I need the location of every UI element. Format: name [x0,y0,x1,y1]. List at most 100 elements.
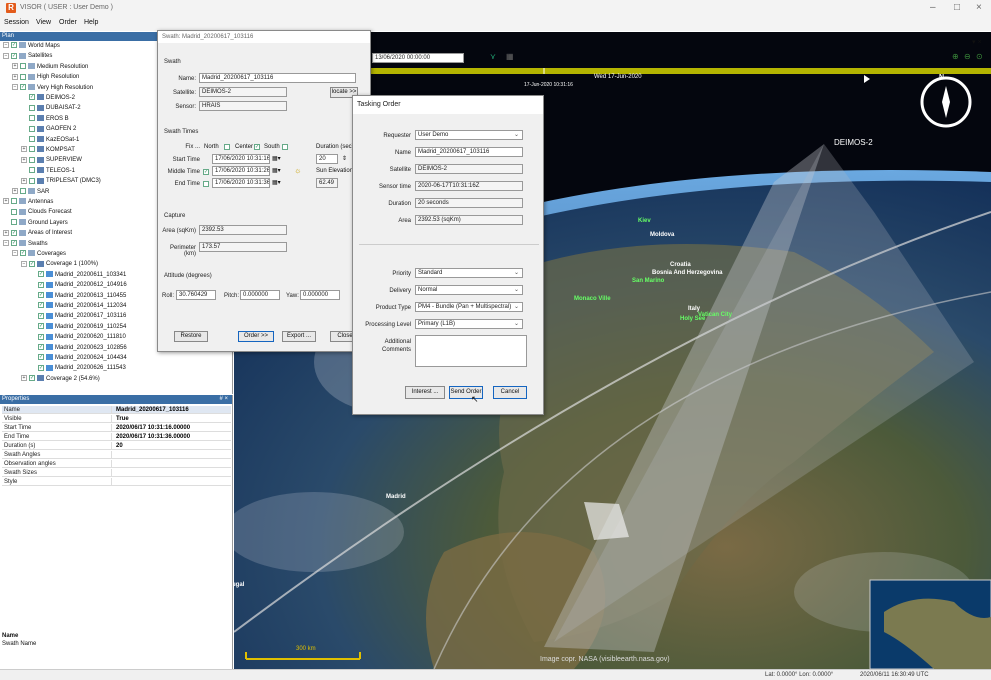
layer-tree-item[interactable]: ✓ Madrid_20200620_111810 [30,333,126,341]
layer-visibility-checkbox[interactable]: ✓ [38,364,44,371]
pitch-field[interactable]: 0.000000 [240,290,280,300]
layer-visibility-checkbox[interactable]: ✓ [38,354,44,361]
layer-tree-item[interactable]: + Antennas [3,198,53,206]
calendar-dropdown-icon[interactable]: ▦▾ [272,179,281,186]
property-row[interactable]: Swath Sizes [2,469,231,477]
menu-view[interactable]: View [36,19,51,26]
layer-tree-item[interactable]: ✓ Madrid_20200619_110254 [30,323,126,331]
layer-tree-item[interactable]: − ✓ Satellites [3,52,52,60]
layer-visibility-checkbox[interactable]: ✓ [38,333,44,340]
zoom-in-icon[interactable]: ⊕ [952,52,959,61]
yaw-field[interactable]: 0.000000 [300,290,340,300]
maximize-button[interactable]: □ [954,2,960,13]
layer-visibility-checkbox[interactable] [29,156,35,163]
layer-tree-item[interactable]: − ✓ Swaths [3,240,48,248]
property-row[interactable]: Observation angles [2,460,231,468]
property-row[interactable]: Style [2,478,231,486]
comments-textarea[interactable] [415,335,527,367]
property-row[interactable]: End Time 2020/06/17 10:31:36.00000 [2,433,231,441]
roll-field[interactable]: 30.760429 [176,290,216,300]
expander-icon[interactable]: + [12,73,18,80]
restore-button[interactable]: Restore [174,331,208,342]
expander-icon[interactable]: + [21,177,27,184]
layer-tree-item[interactable]: ✓ Madrid_20200623_102856 [30,344,127,352]
layer-tree-item[interactable]: + ✓ Areas of Interest [3,229,72,237]
layer-visibility-checkbox[interactable]: ✓ [11,52,17,59]
delivery-dropdown[interactable]: Normal ⌄ [415,285,523,295]
expander-icon[interactable]: + [21,146,27,153]
property-row[interactable]: Name Madrid_20200617_103116 [2,406,231,414]
north-checkbox[interactable] [224,144,230,150]
layer-tree-item[interactable]: KazEOSat-1 [21,136,79,144]
layer-visibility-checkbox[interactable] [20,63,26,70]
layer-visibility-checkbox[interactable] [29,146,35,153]
property-row[interactable]: Duration (s) 20 [2,442,231,450]
menu-session[interactable]: Session [4,19,29,26]
expander-icon[interactable]: + [12,188,18,195]
layer-visibility-checkbox[interactable]: ✓ [38,302,44,309]
interest-button[interactable]: Interest ... [405,386,445,399]
priority-dropdown[interactable]: Standard ⌄ [415,268,523,278]
swath-name-field[interactable]: Madrid_20200617_103116 [199,73,356,83]
layer-visibility-checkbox[interactable] [29,125,35,132]
layer-visibility-checkbox[interactable]: ✓ [38,312,44,319]
start-time-field[interactable]: 17/06/2020 10:31:16 [212,154,270,164]
expander-icon[interactable]: + [12,63,18,70]
layer-tree-item[interactable]: + ✓ Coverage 2 (54.6%) [21,375,100,383]
expander-icon[interactable]: − [3,240,9,247]
expander-icon[interactable]: + [3,198,9,205]
layer-visibility-checkbox[interactable]: ✓ [29,375,35,382]
layer-visibility-checkbox[interactable]: ✓ [11,229,17,236]
viewport-close-button[interactable]: ▾ × [972,38,982,46]
layer-visibility-checkbox[interactable] [29,115,35,122]
layer-visibility-checkbox[interactable] [20,188,26,195]
duration-spinner-icon[interactable]: ⇕ [342,155,347,162]
expander-icon[interactable]: + [3,229,9,236]
layer-tree-item[interactable]: Ground Layers [3,219,68,227]
middle-time-field[interactable]: 17/06/2020 10:31:26 [212,166,270,176]
menu-order[interactable]: Order [59,19,77,26]
layer-visibility-checkbox[interactable]: ✓ [29,94,35,101]
minimize-button[interactable]: – [930,2,936,13]
end-time-checkbox[interactable] [203,181,209,187]
layer-tree-item[interactable]: GAOFEN 2 [21,125,76,133]
processing-level-dropdown[interactable]: Primary (L1B) ⌄ [415,319,523,329]
layer-tree-item[interactable]: ✓ Madrid_20200626_111543 [30,364,126,372]
filter-icon[interactable]: ⋎ [490,52,496,61]
pin-close-button[interactable]: # × [219,395,228,404]
layer-visibility-checkbox[interactable]: ✓ [38,323,44,330]
end-time-field[interactable]: 17/06/2020 10:31:36 [212,178,270,188]
south-checkbox[interactable] [282,144,288,150]
expander-icon[interactable]: − [12,250,18,257]
product-type-dropdown[interactable]: PM4 - Bundle (Pan + Multispectral) ⌄ [415,302,523,312]
layer-tree-item[interactable]: ✓ Madrid_20200611_103341 [30,271,126,279]
layer-tree-item[interactable]: Clouds Forecast [3,208,72,216]
layer-tree-item[interactable]: − ✓ Coverage 1 (100%) [21,260,98,268]
layer-tree-item[interactable]: + Medium Resolution [12,63,88,71]
layer-tree-item[interactable]: + TRIPLESAT (DMC3) [21,177,101,185]
expander-icon[interactable]: + [21,375,27,382]
property-row[interactable]: Visible True [2,415,231,423]
datetime-input[interactable]: 13/06/2020 00:00:00 [372,53,464,63]
cancel-button[interactable]: Cancel [493,386,527,399]
duration-field[interactable]: 20 [316,154,338,164]
expander-icon[interactable]: − [21,260,27,267]
layer-visibility-checkbox[interactable] [29,104,35,111]
layer-tree-item[interactable]: ✓ Madrid_20200612_104916 [30,281,127,289]
layer-visibility-checkbox[interactable]: ✓ [11,42,17,49]
layer-tree-item[interactable]: − ✓ Very High Resolution [12,84,93,92]
layer-visibility-checkbox[interactable] [29,136,35,143]
property-row[interactable]: Start Time 2020/06/17 10:31:16.00000 [2,424,231,432]
middle-time-checkbox[interactable]: ✓ [203,169,209,175]
layer-tree-item[interactable]: − ✓ Coverages [12,250,66,258]
close-window-button[interactable]: × [976,2,982,13]
export-button[interactable]: Export ... [282,331,316,342]
layer-tree-item[interactable]: ✓ DEIMOS-2 [21,94,75,102]
layer-visibility-checkbox[interactable] [20,73,26,80]
layer-visibility-checkbox[interactable]: ✓ [38,344,44,351]
layer-visibility-checkbox[interactable]: ✓ [20,84,26,91]
order-name-field[interactable]: Madrid_20200617_103116 [415,147,523,157]
property-row[interactable]: Swath Angles [2,451,231,459]
menu-help[interactable]: Help [84,19,98,26]
layer-tree-item[interactable]: ✓ Madrid_20200624_104434 [30,354,127,362]
